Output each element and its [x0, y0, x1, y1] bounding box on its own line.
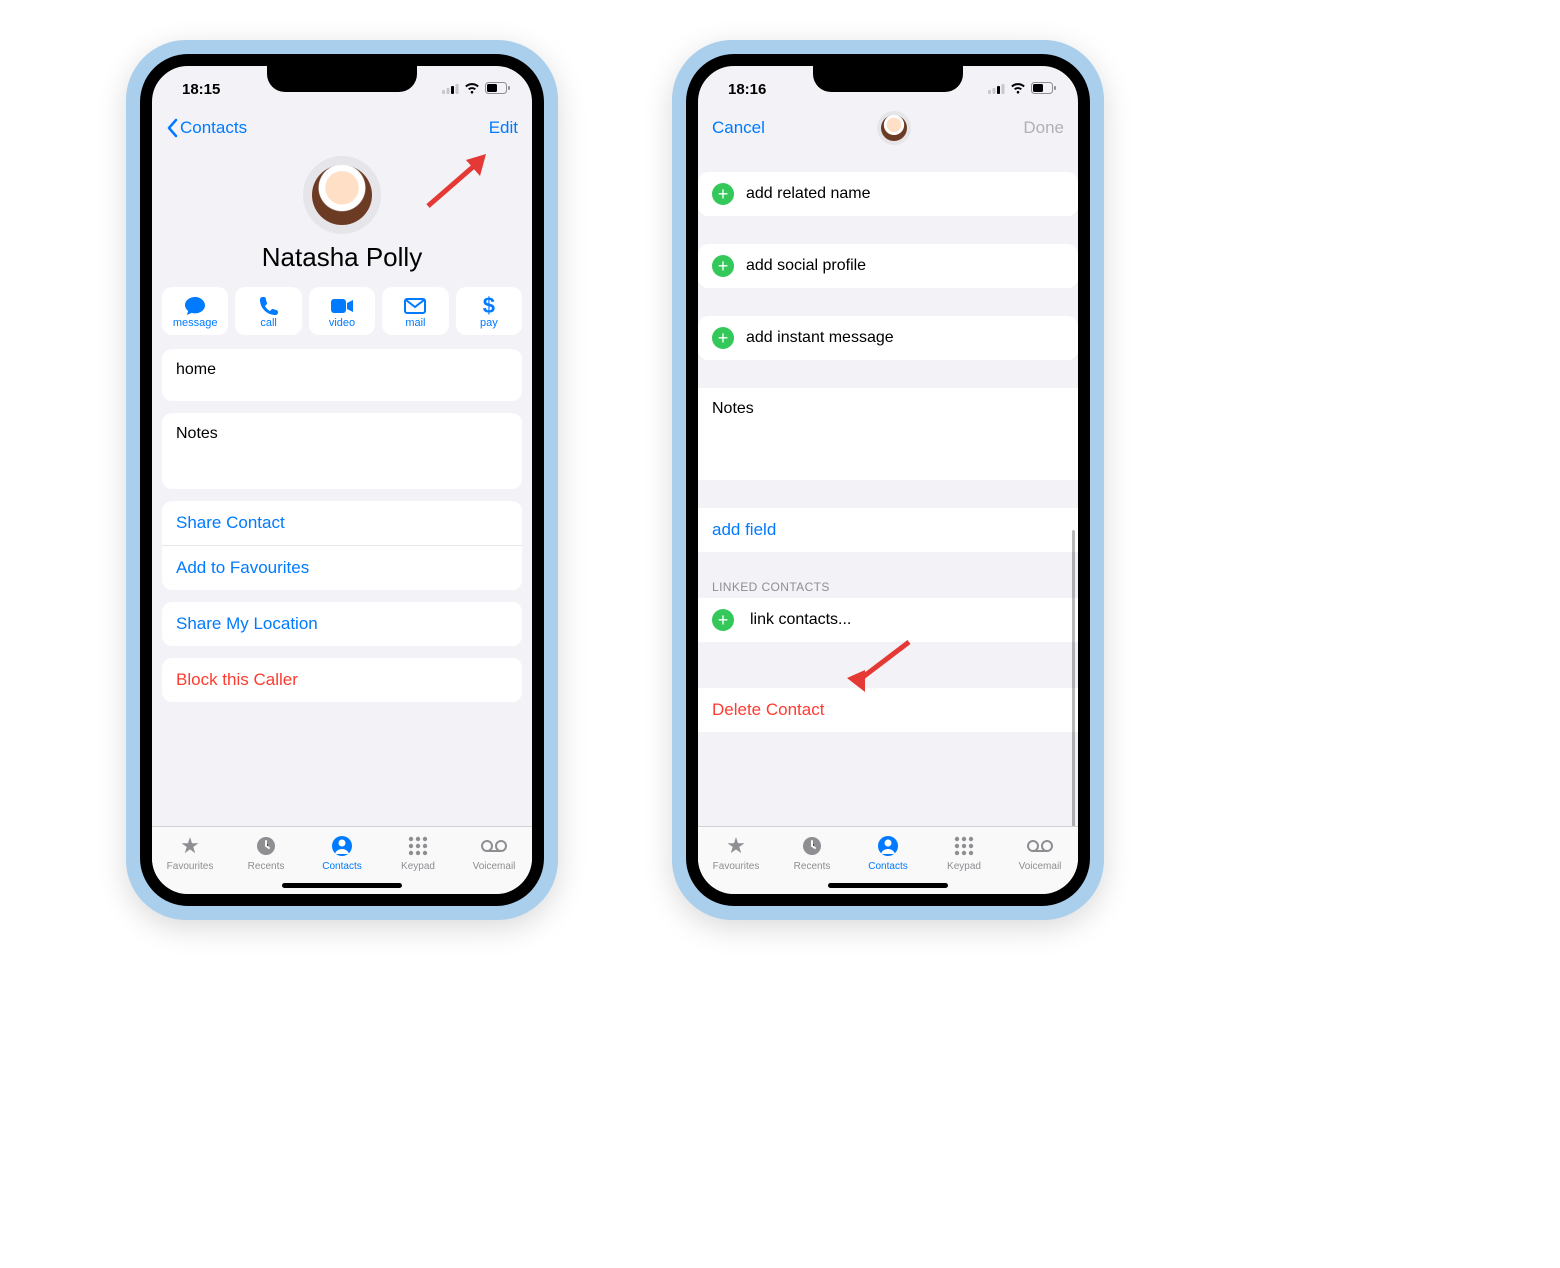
tab-contacts[interactable]: Contacts — [312, 833, 372, 872]
clock: 18:16 — [728, 81, 766, 98]
tab-recents[interactable]: Recents — [782, 833, 842, 872]
add-field-button[interactable]: add field — [698, 508, 1078, 552]
link-contacts-button[interactable]: + link contacts... — [698, 598, 1078, 642]
voicemail-icon — [480, 833, 508, 859]
tab-keypad[interactable]: Keypad — [388, 833, 448, 872]
clock-icon — [801, 833, 823, 859]
home-field[interactable]: home — [162, 349, 522, 401]
linked-contacts-header: LINKED CONTACTS — [698, 574, 1078, 598]
tab-voicemail[interactable]: Voicemail — [1010, 833, 1070, 872]
mail-button[interactable]: mail — [382, 287, 448, 335]
edit-button[interactable]: Edit — [489, 118, 518, 138]
dollar-icon: $ — [483, 295, 495, 317]
nav-bar: Cancel Done — [698, 106, 1078, 150]
nav-bar: Contacts Edit — [152, 106, 532, 150]
video-button[interactable]: video — [309, 287, 375, 335]
avatar-small[interactable] — [877, 111, 911, 145]
tab-keypad[interactable]: Keypad — [934, 833, 994, 872]
pay-button[interactable]: $ pay — [456, 287, 522, 335]
add-related-name-button[interactable]: + add related name — [698, 172, 1078, 216]
add-favourites-button[interactable]: Add to Favourites — [162, 545, 522, 590]
tab-favourites[interactable]: ★ Favourites — [706, 833, 766, 872]
keypad-icon — [954, 833, 974, 859]
plus-icon: + — [712, 609, 734, 631]
cellular-icon — [442, 81, 459, 98]
add-social-profile-button[interactable]: + add social profile — [698, 244, 1078, 288]
back-button[interactable]: Contacts — [166, 118, 247, 138]
message-button[interactable]: message — [162, 287, 228, 335]
person-icon — [331, 833, 353, 859]
star-icon: ★ — [726, 833, 746, 859]
tab-voicemail[interactable]: Voicemail — [464, 833, 524, 872]
home-indicator[interactable] — [282, 883, 402, 888]
notes-field[interactable]: Notes — [698, 388, 1078, 480]
person-icon — [877, 833, 899, 859]
back-label: Contacts — [180, 118, 247, 138]
clock-icon — [255, 833, 277, 859]
plus-icon: + — [712, 255, 734, 277]
battery-icon — [1031, 81, 1056, 98]
share-contact-button[interactable]: Share Contact — [162, 501, 522, 545]
notes-field[interactable]: Notes — [162, 413, 522, 489]
tab-recents[interactable]: Recents — [236, 833, 296, 872]
delete-contact-button[interactable]: Delete Contact — [698, 688, 1078, 732]
done-button[interactable]: Done — [1023, 118, 1064, 138]
action-row: message call video mail $ pay — [152, 287, 532, 335]
battery-icon — [485, 81, 510, 98]
phone-icon — [259, 295, 279, 317]
clock: 18:15 — [182, 81, 220, 98]
tab-contacts[interactable]: Contacts — [858, 833, 918, 872]
tab-favourites[interactable]: ★ Favourites — [160, 833, 220, 872]
contact-name: Natasha Polly — [152, 242, 532, 273]
message-icon — [184, 295, 206, 317]
voicemail-icon — [1026, 833, 1054, 859]
block-caller-button[interactable]: Block this Caller — [162, 658, 522, 702]
add-instant-message-button[interactable]: + add instant message — [698, 316, 1078, 360]
scroll-indicator[interactable] — [1072, 530, 1075, 826]
cellular-icon — [988, 81, 1005, 98]
home-indicator[interactable] — [828, 883, 948, 888]
mail-icon — [404, 295, 426, 317]
plus-icon: + — [712, 327, 734, 349]
video-icon — [330, 295, 354, 317]
wifi-icon — [1010, 81, 1026, 98]
plus-icon: + — [712, 183, 734, 205]
cancel-button[interactable]: Cancel — [712, 118, 765, 138]
wifi-icon — [464, 81, 480, 98]
share-location-button[interactable]: Share My Location — [162, 602, 522, 646]
avatar[interactable] — [303, 156, 381, 234]
call-button[interactable]: call — [235, 287, 301, 335]
star-icon: ★ — [180, 833, 200, 859]
keypad-icon — [408, 833, 428, 859]
